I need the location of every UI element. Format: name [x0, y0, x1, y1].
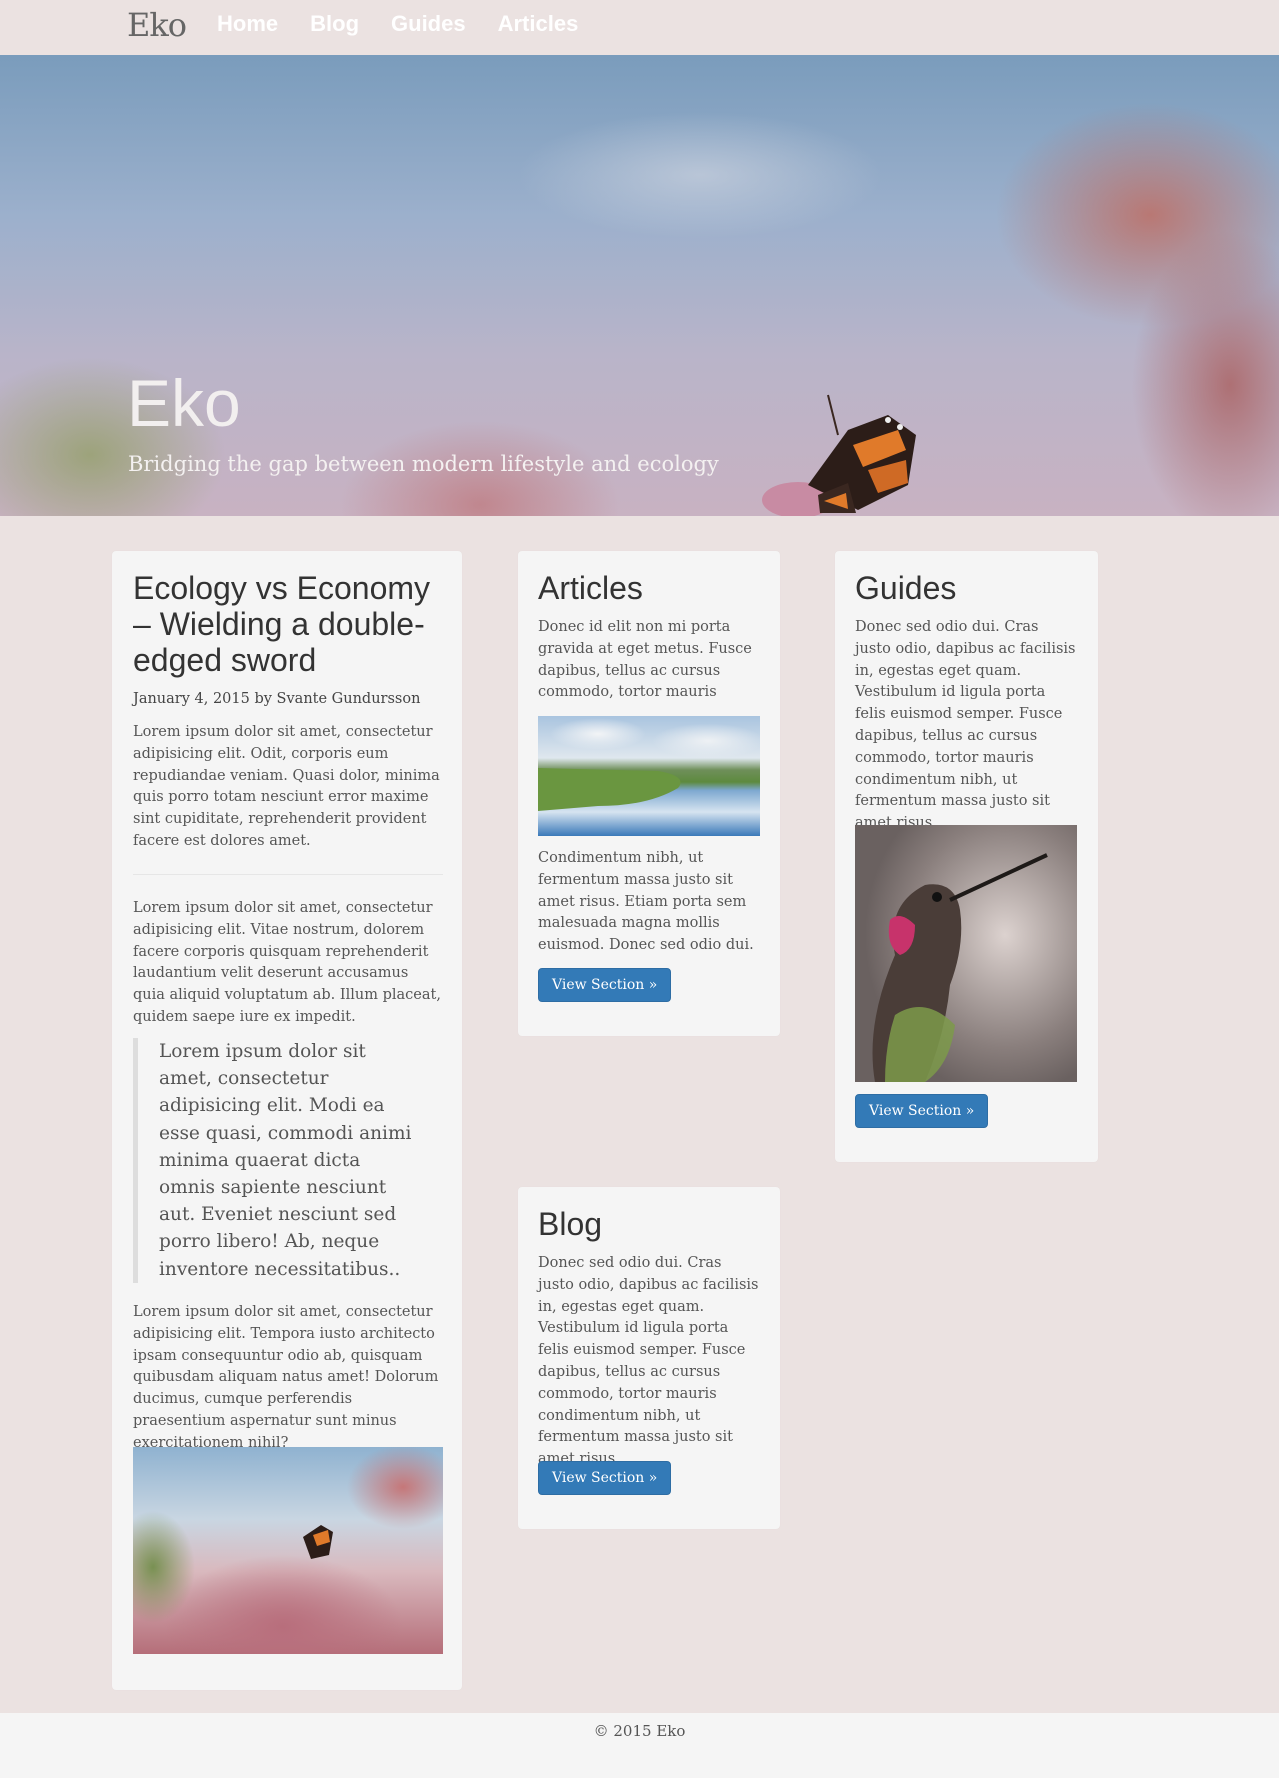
guides-card: Guides Donec sed odio dui. Cras justo od…: [835, 551, 1098, 1162]
guides-view-section-button[interactable]: View Section »: [855, 1094, 989, 1128]
post-blockquote: Lorem ipsum dolor sit amet, consectetur …: [133, 1038, 413, 1283]
post-meta: January 4, 2015 by Svante Gundursson: [133, 691, 421, 707]
post-paragraph-3: Lorem ipsum dolor sit amet, consectetur …: [133, 1304, 439, 1451]
nav-links: Home Blog Guides Articles: [217, 11, 578, 37]
blog-card: Blog Donec sed odio dui. Cras justo odio…: [518, 1187, 780, 1529]
butterfly-image: [762, 394, 916, 516]
hummingbird-icon: [872, 853, 1048, 1082]
hero-title: Eko: [127, 366, 241, 440]
nav-link-articles[interactable]: Articles: [498, 11, 579, 37]
grass-icon: [538, 768, 681, 811]
blog-text: Donec sed odio dui. Cras justo odio, dap…: [538, 1255, 759, 1468]
post-paragraph-2: Lorem ipsum dolor sit amet, consectetur …: [133, 900, 441, 1025]
hero-subtitle: Bridging the gap between modern lifestyl…: [128, 452, 719, 476]
articles-card: Articles Donec id elit non mi porta grav…: [518, 551, 780, 1036]
nav-link-blog[interactable]: Blog: [310, 11, 359, 37]
footer-copyright: © 2015 Eko: [593, 1722, 686, 1740]
nav-link-home[interactable]: Home: [217, 11, 278, 37]
footer: © 2015 Eko: [0, 1713, 1279, 1778]
post-title[interactable]: Ecology vs Economy – Wielding a double-e…: [133, 570, 453, 678]
blog-title: Blog: [538, 1206, 603, 1242]
guides-title: Guides: [855, 570, 957, 606]
brand-logo[interactable]: Eko: [127, 6, 187, 44]
articles-text-2: Condimentum nibh, ut fermentum massa jus…: [538, 850, 754, 954]
hero-banner: Eko Bridging the gap between modern life…: [0, 55, 1279, 516]
post-card: Ecology vs Economy – Wielding a double-e…: [112, 551, 462, 1690]
guides-image-hummingbird: [855, 825, 1077, 1082]
guides-text: Donec sed odio dui. Cras justo odio, dap…: [855, 619, 1076, 832]
articles-image-lake: [538, 716, 760, 836]
blog-view-section-button[interactable]: View Section »: [538, 1461, 672, 1495]
post-divider: [133, 874, 443, 875]
butterfly-icon: [303, 1525, 333, 1559]
articles-text-1: Donec id elit non mi porta gravida at eg…: [538, 619, 752, 701]
articles-view-section-button[interactable]: View Section »: [538, 968, 672, 1002]
navbar: Eko Home Blog Guides Articles: [0, 0, 1279, 55]
articles-title: Articles: [538, 570, 643, 606]
post-paragraph-1: Lorem ipsum dolor sit amet, consectetur …: [133, 724, 440, 849]
post-image-butterfly-flowers: [133, 1447, 443, 1654]
nav-link-guides[interactable]: Guides: [391, 11, 466, 37]
